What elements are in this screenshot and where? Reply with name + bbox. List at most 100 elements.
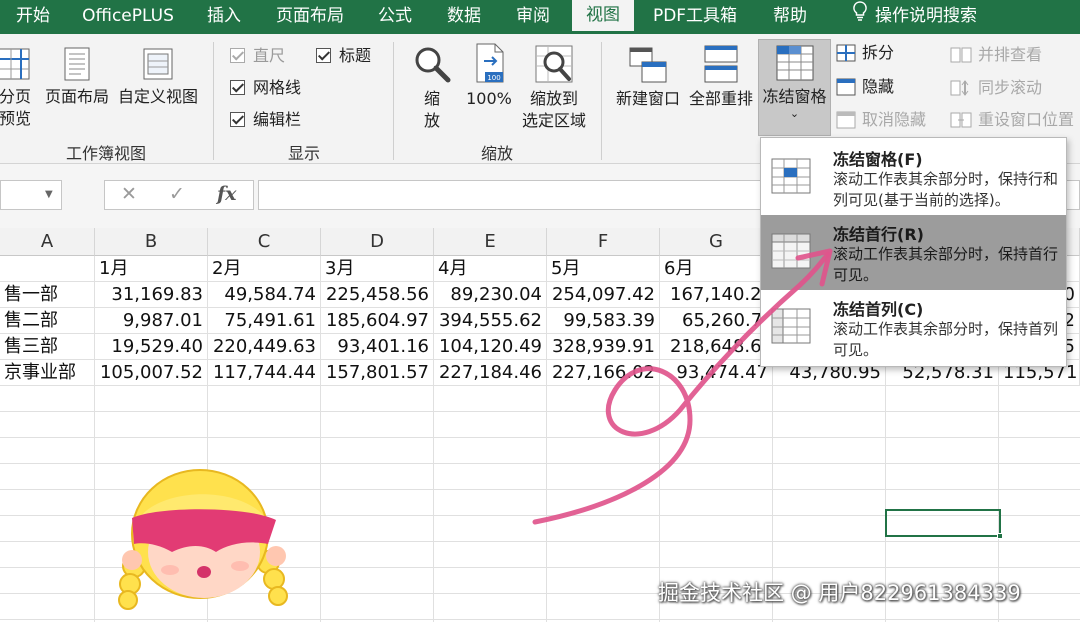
reset-window-position-button[interactable]: 重设窗口位置	[950, 107, 1074, 133]
headings-check-box[interactable]	[316, 48, 331, 63]
cell[interactable]: 227,166.02	[547, 360, 660, 386]
cell[interactable]: 3月	[321, 256, 434, 282]
cell[interactable]: 93,474.47	[660, 360, 773, 386]
cartoon-mascot-sticker	[118, 469, 288, 610]
menu-item-freeze-top-row[interactable]: 冻结首行(R) 滚动工作表其余部分时，保持首行可见。	[761, 215, 1066, 290]
new-window-button[interactable]: 新建窗口	[612, 44, 684, 110]
unhide-button[interactable]: 取消隐藏	[836, 107, 926, 133]
cell[interactable]: 1月	[95, 256, 208, 282]
cell[interactable]: 104,120.49	[434, 334, 547, 360]
cell[interactable]: 75,491.61	[208, 308, 321, 334]
gridlines-checkbox[interactable]: 网格线	[230, 76, 301, 100]
tab-data[interactable]: 数据	[434, 0, 494, 34]
cell[interactable]: 京事业部	[0, 360, 95, 386]
column-header-f[interactable]: F	[547, 228, 660, 256]
cell[interactable]: 65,260.7	[660, 308, 773, 334]
menu-item-desc: 滚动工作表其余部分时，保持行和列可见(基于当前的选择)。	[833, 170, 1059, 209]
tab-view[interactable]: 视图	[572, 0, 634, 34]
tell-me-search[interactable]: 操作说明搜索	[840, 0, 990, 34]
page-break-preview-button[interactable]: 分页 预览	[0, 46, 38, 130]
selected-cell[interactable]	[885, 509, 1003, 539]
cell[interactable]: 328,939.91	[547, 334, 660, 360]
tab-formulas[interactable]: 公式	[365, 0, 425, 34]
tab-pdf-toolbox[interactable]: PDF工具箱	[643, 0, 747, 34]
show-group-label: 显示	[287, 144, 320, 163]
cell[interactable]: 售二部	[0, 308, 95, 334]
column-header-c[interactable]: C	[208, 228, 321, 256]
page-layout-view-button[interactable]: 页面布局	[44, 46, 110, 108]
tab-review[interactable]: 审阅	[503, 0, 563, 34]
freeze-panes-button[interactable]: 冻结窗格 ⌄	[758, 39, 831, 136]
cell[interactable]: 227,184.46	[434, 360, 547, 386]
column-header-b[interactable]: B	[95, 228, 208, 256]
cell[interactable]: 89,230.04	[434, 282, 547, 308]
cell[interactable]: 99,583.39	[547, 308, 660, 334]
cell[interactable]: 2月	[208, 256, 321, 282]
page-break-icon	[0, 48, 30, 80]
cell[interactable]: 49,584.74	[208, 282, 321, 308]
zoom-selection-label-2: 选定区域	[521, 111, 586, 130]
gridlines-label: 网格线	[253, 78, 302, 97]
arrange-all-button[interactable]: 全部重排	[686, 44, 756, 110]
cell[interactable]: 225,458.56	[321, 282, 434, 308]
tab-insert[interactable]: 插入	[194, 0, 254, 34]
menu-item-freeze-panes[interactable]: 冻结窗格(F) 滚动工作表其余部分时，保持行和列可见(基于当前的选择)。	[761, 140, 1066, 215]
tab-home[interactable]: 开始	[0, 0, 66, 34]
cell[interactable]: 6月	[660, 256, 773, 282]
sync-scroll-label: 同步滚动	[978, 78, 1043, 97]
cell[interactable]: 售一部	[0, 282, 95, 308]
cell[interactable]: 254,097.42	[547, 282, 660, 308]
cell[interactable]: 93,401.16	[321, 334, 434, 360]
cell[interactable]: 218,648.6	[660, 334, 773, 360]
cell[interactable]: 31,169.83	[95, 282, 208, 308]
menu-item-freeze-first-column[interactable]: 冻结首列(C) 滚动工作表其余部分时，保持首列可见。	[761, 290, 1066, 365]
zoom-button[interactable]: 缩 放	[408, 44, 456, 132]
zoom-100-button[interactable]: 100 100%	[462, 42, 516, 110]
cell[interactable]: 19,529.40	[95, 334, 208, 360]
column-header-d[interactable]: D	[321, 228, 434, 256]
view-side-by-side-button[interactable]: 并排查看	[950, 42, 1042, 68]
freeze-dropdown-chevron-icon: ⌄	[789, 107, 800, 120]
cell[interactable]: 117,744.44	[208, 360, 321, 386]
cell[interactable]: 157,801.57	[321, 360, 434, 386]
sync-scroll-button[interactable]: 同步滚动	[950, 75, 1042, 101]
column-header-g[interactable]: G	[660, 228, 773, 256]
tab-help[interactable]: 帮助	[760, 0, 820, 34]
column-header-a[interactable]: A	[0, 228, 95, 256]
cell[interactable]: 9,987.01	[95, 308, 208, 334]
cell[interactable]: 185,604.97	[321, 308, 434, 334]
cell[interactable]: 105,007.52	[95, 360, 208, 386]
cell[interactable]: 售三部	[0, 334, 95, 360]
sync-scroll-icon	[950, 80, 969, 96]
cell[interactable]: 5月	[547, 256, 660, 282]
arrange-all-icon	[704, 45, 738, 83]
cell[interactable]: 4月	[434, 256, 547, 282]
new-window-label: 新建窗口	[615, 89, 680, 108]
split-label: 拆分	[862, 43, 895, 62]
formula-bar-checkbox[interactable]: 编辑栏	[230, 108, 301, 132]
enter-check-icon[interactable]: ✓	[169, 183, 185, 205]
formula-bar-check-box[interactable]	[230, 112, 245, 127]
hide-button[interactable]: 隐藏	[836, 74, 894, 100]
name-box-dropdown-icon[interactable]: ▼	[45, 189, 53, 200]
insert-function-fx-icon[interactable]: fx	[217, 183, 237, 205]
column-header-e[interactable]: E	[434, 228, 547, 256]
custom-views-button[interactable]: 自定义视图	[115, 46, 201, 108]
cancel-icon[interactable]: ✕	[121, 183, 137, 205]
gridlines-check-box[interactable]	[230, 80, 245, 95]
fill-handle[interactable]	[997, 533, 1003, 539]
headings-checkbox[interactable]: 标题	[316, 44, 371, 68]
ruler-check-box[interactable]	[230, 48, 245, 63]
zoom-to-selection-button[interactable]: 缩放到 选定区域	[518, 44, 590, 132]
cell[interactable]: 394,555.62	[434, 308, 547, 334]
magnifier-icon	[415, 47, 451, 83]
cell[interactable]: 220,449.63	[208, 334, 321, 360]
tab-officeplus[interactable]: OfficePLUS	[72, 0, 184, 34]
tab-page-layout[interactable]: 页面布局	[265, 0, 355, 34]
cell[interactable]: 167,140.2	[660, 282, 773, 308]
name-box[interactable]: ▼	[0, 180, 62, 210]
ruler-checkbox[interactable]: 直尺	[230, 44, 285, 68]
cell[interactable]	[0, 256, 95, 282]
split-button[interactable]: 拆分	[836, 40, 894, 66]
arrange-all-label: 全部重排	[688, 89, 753, 108]
